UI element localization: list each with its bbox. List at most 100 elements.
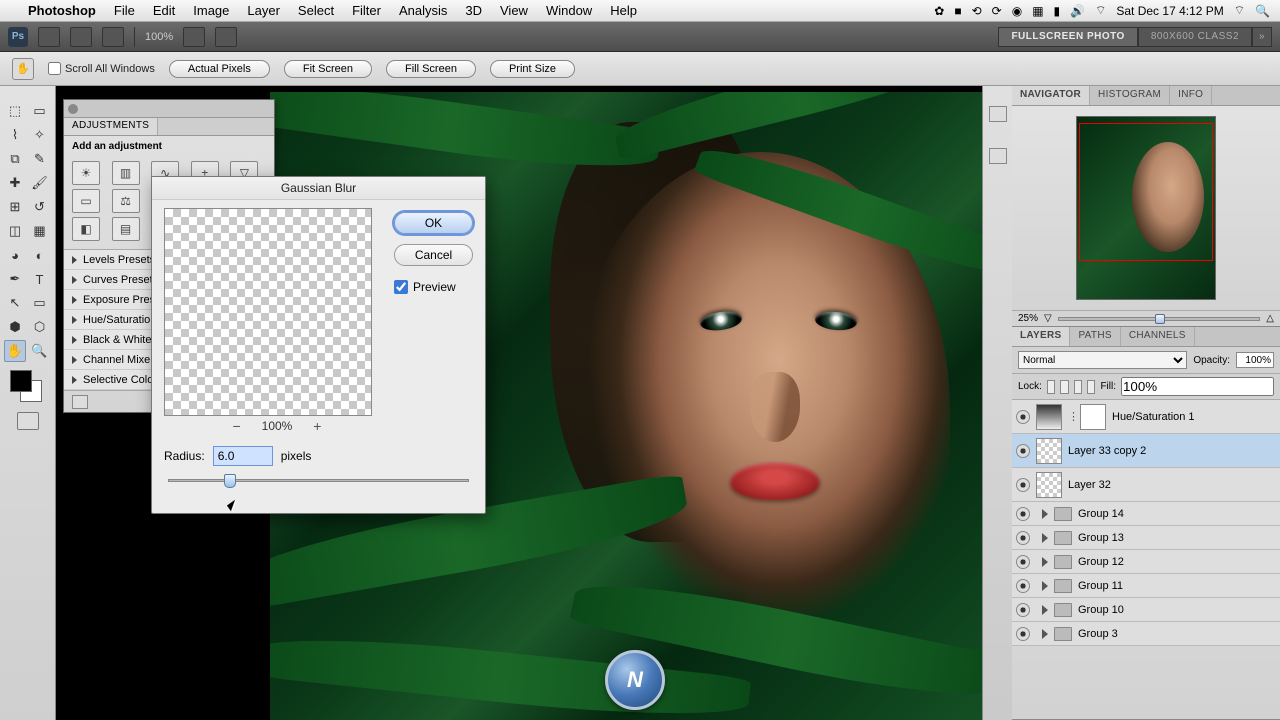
airport-icon[interactable]: ⌔ — [1234, 3, 1245, 18]
layer-group-row[interactable]: Group 10 — [1012, 598, 1280, 622]
type-tool-icon[interactable]: T — [29, 268, 51, 290]
histogram-tab[interactable]: HISTOGRAM — [1090, 86, 1170, 105]
close-icon[interactable] — [68, 104, 78, 114]
dodge-tool-icon[interactable]: ◐ — [29, 244, 51, 266]
eraser-tool-icon[interactable]: ◫ — [4, 220, 26, 242]
visibility-icon[interactable] — [1016, 627, 1030, 641]
arrange-icon[interactable] — [183, 27, 205, 47]
workspace-tab[interactable]: 800X600 CLASS2 — [1138, 27, 1252, 47]
stamp-tool-icon[interactable]: ⊞ — [4, 196, 26, 218]
disclosure-icon[interactable] — [1042, 605, 1048, 615]
zoom-in-button[interactable]: + — [310, 418, 324, 434]
launch-bridge-icon[interactable] — [38, 27, 60, 47]
photoshop-icon[interactable]: Ps — [8, 27, 28, 47]
actual-pixels-button[interactable]: Actual Pixels — [169, 60, 270, 78]
layer-group-row[interactable]: Group 11 — [1012, 574, 1280, 598]
zoom-out-icon[interactable]: ▽ — [1044, 313, 1052, 324]
zoom-slider[interactable] — [1058, 317, 1261, 321]
layer-thumbnail[interactable] — [1036, 472, 1062, 498]
menu-file[interactable]: File — [114, 3, 135, 18]
wifi-icon[interactable]: ⌔ — [1095, 3, 1106, 18]
channels-tab[interactable]: CHANNELS — [1121, 327, 1195, 346]
gradient-tool-icon[interactable]: ▦ — [29, 220, 51, 242]
panel-icon[interactable] — [989, 106, 1007, 122]
navigator-tab[interactable]: NAVIGATOR — [1012, 86, 1090, 105]
posterize-icon[interactable]: ▤ — [112, 217, 140, 241]
menu-edit[interactable]: Edit — [153, 3, 175, 18]
visibility-icon[interactable] — [1016, 603, 1030, 617]
invert-icon[interactable]: ◧ — [72, 217, 100, 241]
fill-input[interactable] — [1121, 377, 1274, 396]
panel-icon[interactable] — [989, 148, 1007, 164]
zoom-level[interactable]: 100% — [145, 31, 173, 43]
levels-icon[interactable]: ▥ — [112, 161, 140, 185]
layer-group-row[interactable]: Group 13 — [1012, 526, 1280, 550]
zoom-in-icon[interactable]: △ — [1266, 313, 1274, 324]
lock-transparency-icon[interactable] — [1047, 380, 1055, 394]
3d-camera-icon[interactable]: ⬡ — [29, 316, 51, 338]
visibility-icon[interactable] — [1016, 507, 1030, 521]
status-icon[interactable]: ⟲ — [972, 4, 982, 18]
3d-tool-icon[interactable]: ⬢ — [4, 316, 26, 338]
navigator-zoom[interactable]: 25% — [1018, 313, 1038, 324]
adjustments-tab[interactable]: ADJUSTMENTS — [64, 118, 158, 135]
layers-tab[interactable]: LAYERS — [1012, 327, 1070, 346]
layer-row[interactable]: Layer 33 copy 2 — [1012, 434, 1280, 468]
visibility-icon[interactable] — [1016, 555, 1030, 569]
slider-thumb[interactable] — [224, 474, 236, 488]
info-tab[interactable]: INFO — [1170, 86, 1212, 105]
workspace-tab-active[interactable]: FULLSCREEN PHOTO — [998, 27, 1137, 47]
crop-tool-icon[interactable]: ⧉ — [4, 148, 26, 170]
layer-group-row[interactable]: Group 3 — [1012, 622, 1280, 646]
disclosure-icon[interactable] — [1042, 629, 1048, 639]
zoom-tool-icon[interactable]: 🔍 — [29, 340, 51, 362]
filter-preview[interactable] — [164, 208, 372, 416]
cancel-button[interactable]: Cancel — [394, 244, 473, 266]
color-swatches[interactable] — [4, 370, 51, 406]
menu-select[interactable]: Select — [298, 3, 334, 18]
foreground-swatch[interactable] — [10, 370, 32, 392]
history-brush-icon[interactable]: ↺ — [29, 196, 51, 218]
paths-tab[interactable]: PATHS — [1070, 327, 1120, 346]
disclosure-icon[interactable] — [1042, 557, 1048, 567]
screen-mode-icon[interactable] — [102, 27, 124, 47]
pen-tool-icon[interactable]: ✒ — [4, 268, 26, 290]
menu-help[interactable]: Help — [610, 3, 637, 18]
layer-row[interactable]: Layer 32 — [1012, 468, 1280, 502]
menu-3d[interactable]: 3D — [465, 3, 482, 18]
disclosure-icon[interactable] — [1042, 581, 1048, 591]
layer-group-row[interactable]: Group 12 — [1012, 550, 1280, 574]
menu-analysis[interactable]: Analysis — [399, 3, 447, 18]
panel-titlebar[interactable] — [64, 100, 274, 118]
move-tool-icon[interactable]: ⬚ — [4, 100, 26, 122]
lock-image-icon[interactable] — [1060, 380, 1068, 394]
spotlight-icon[interactable]: 🔍 — [1255, 4, 1270, 18]
quickmask-icon[interactable] — [17, 412, 39, 430]
hue-icon[interactable]: ▭ — [72, 189, 100, 213]
fit-screen-button[interactable]: Fit Screen — [284, 60, 372, 78]
healing-tool-icon[interactable]: ✚ — [4, 172, 26, 194]
layer-row[interactable]: ⋮ Hue/Saturation 1 — [1012, 400, 1280, 434]
hand-tool-icon[interactable]: ✋ — [12, 58, 34, 80]
radius-slider[interactable] — [168, 474, 469, 488]
disclosure-icon[interactable] — [1042, 509, 1048, 519]
hand-tool-icon[interactable]: ✋ — [4, 340, 26, 362]
visibility-icon[interactable] — [1016, 444, 1030, 458]
preview-checkbox[interactable]: Preview — [394, 280, 473, 294]
path-tool-icon[interactable]: ↖ — [4, 292, 26, 314]
navigator-thumbnail[interactable] — [1012, 106, 1280, 310]
status-icon[interactable]: ✿ — [934, 4, 944, 18]
opacity-input[interactable] — [1236, 352, 1274, 368]
lasso-tool-icon[interactable]: ⌇ — [4, 124, 26, 146]
fill-screen-button[interactable]: Fill Screen — [386, 60, 476, 78]
zoom-out-button[interactable]: − — [230, 418, 244, 434]
visibility-icon[interactable] — [1016, 531, 1030, 545]
wand-tool-icon[interactable]: ✧ — [29, 124, 51, 146]
volume-icon[interactable]: 🔊 — [1070, 4, 1085, 18]
menu-view[interactable]: View — [500, 3, 528, 18]
ok-button[interactable]: OK — [394, 212, 473, 234]
status-icon[interactable]: ⟳ — [992, 4, 1002, 18]
brightness-icon[interactable]: ☀ — [72, 161, 100, 185]
eyedropper-tool-icon[interactable]: ✎ — [29, 148, 51, 170]
status-icon[interactable]: ▮ — [1054, 4, 1061, 18]
